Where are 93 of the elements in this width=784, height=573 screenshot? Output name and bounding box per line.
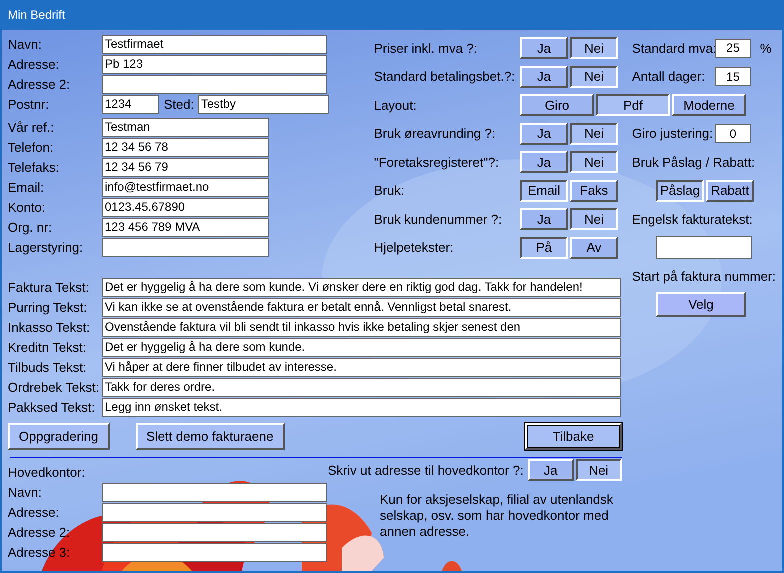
section-title: Hovedkontor:	[8, 464, 86, 480]
window-title: Min Bedrift	[8, 8, 66, 22]
field-label: Kreditn Tekst:	[8, 340, 88, 354]
setting-label: Layout:	[374, 98, 418, 113]
setting-label: "Foretaksregisteret"?:	[374, 154, 500, 170]
toggle-button[interactable]: Nei	[570, 37, 618, 60]
setting-label: Start på faktura nummer:	[632, 268, 776, 284]
toggle-button[interactable]: Nei	[576, 459, 622, 481]
input-field[interactable]	[102, 502, 327, 522]
input-field[interactable]: Pb 123	[102, 54, 327, 74]
toggle-button[interactable]: Ja	[520, 122, 568, 145]
input-field[interactable]: Testby	[198, 94, 330, 114]
input-field[interactable]	[102, 522, 327, 542]
setting-label: Bruk øreavrunding ?:	[374, 126, 497, 142]
field-label: Sted:	[164, 96, 194, 112]
input-field[interactable]	[102, 542, 327, 562]
field-label: Navn:	[8, 36, 43, 52]
input-field[interactable]	[102, 482, 327, 502]
setting-label: Antall dager:	[632, 69, 706, 84]
input-field[interactable]: 25	[715, 38, 752, 58]
setting-label: Standard betalingsbet.?:	[374, 69, 516, 84]
action-button[interactable]: Oppgradering	[8, 423, 110, 450]
input-field[interactable]: Det er hyggelig å ha dere som kunde. Vi ønsker dere en riktig god dag. Takk for handelen!	[102, 278, 621, 296]
field-label: Email:	[8, 180, 46, 194]
toggle-button[interactable]: Nei	[570, 151, 618, 174]
setting-label: Skriv ut adresse til hovedkontor ?:	[328, 462, 524, 478]
toggle-button[interactable]: Nei	[570, 122, 618, 145]
toggle-button[interactable]: Ja	[520, 151, 568, 174]
unit-label: %	[760, 40, 772, 56]
field-label: Navn:	[8, 484, 43, 500]
input-field[interactable]: Det er hyggelig å ha dere som kunde.	[102, 338, 621, 356]
setting-label: Giro justering:	[632, 126, 714, 142]
input-field[interactable]: Testman	[102, 118, 269, 136]
field-label: Adresse 2:	[8, 76, 72, 92]
setting-label: Engelsk fakturatekst:	[632, 212, 753, 227]
velg-button[interactable]: Velg	[656, 292, 746, 318]
input-field[interactable]: 0	[715, 124, 752, 144]
setting-label: Bruk:	[374, 183, 406, 198]
field-label: Postnr:	[8, 96, 50, 112]
input-field[interactable]: Legg inn ønsket tekst.	[102, 398, 621, 416]
field-label: Ordrebek Tekst:	[8, 380, 101, 394]
field-label: Adresse:	[8, 56, 60, 72]
field-label: Adresse:	[8, 504, 60, 520]
toggle-button[interactable]: Ja	[520, 66, 568, 88]
toggle-button[interactable]: Ja	[528, 459, 574, 481]
input-field[interactable]: Vi kan ikke se at ovenstående faktura er betalt ennå. Vennligst betal snarest.	[102, 298, 621, 316]
input-field[interactable]: 123 456 789 MVA	[102, 218, 269, 236]
toggle-button[interactable]: Email	[520, 180, 568, 202]
toggle-button[interactable]: Påslag	[656, 180, 704, 202]
field-label: Vår ref.:	[8, 120, 56, 134]
toggle-button[interactable]: Rabatt	[706, 180, 754, 202]
input-field[interactable]: 0123.45.67890	[102, 198, 269, 216]
toggle-button[interactable]: Nei	[570, 66, 618, 88]
setting-label: Priser inkl. mva ?:	[374, 40, 479, 56]
toggle-button[interactable]: Giro	[520, 94, 594, 116]
input-field[interactable]: Takk for deres ordre.	[102, 378, 621, 396]
field-label: Tilbuds Tekst:	[8, 360, 88, 374]
field-label: Telefaks:	[8, 160, 60, 174]
input-field[interactable]: 12 34 56 79	[102, 158, 269, 176]
input-field[interactable]: info@testfirmaet.no	[102, 178, 269, 196]
field-label: Org. nr:	[8, 220, 54, 234]
field-label: Adresse 2:	[8, 524, 72, 540]
field-label: Lagerstyring:	[8, 240, 84, 254]
input-field[interactable]: Vi håper at dere finner tilbudet av interesse.	[102, 358, 621, 376]
setting-label: Bruk Påslag / Rabatt:	[632, 154, 756, 170]
field-label: Pakksed Tekst:	[8, 400, 96, 414]
toggle-button[interactable]: Moderne	[672, 94, 746, 116]
toggle-button[interactable]: Nei	[570, 208, 618, 230]
setting-label: Hjelpetekster:	[374, 240, 455, 256]
action-button[interactable]: Tilbake	[525, 423, 622, 450]
toggle-button[interactable]: Pdf	[596, 94, 670, 116]
toggle-button[interactable]: Ja	[520, 208, 568, 230]
input-field[interactable]	[656, 236, 752, 260]
toggle-button[interactable]: Faks	[570, 180, 618, 202]
input-field[interactable]	[102, 74, 327, 94]
setting-label: Standard mva:	[632, 40, 716, 56]
field-label: Konto:	[8, 200, 47, 214]
input-field[interactable]	[102, 238, 269, 256]
input-field[interactable]: Ovenstående faktura vil bli sendt til inkasso hvis ikke betaling skjer senest den	[102, 318, 621, 336]
input-field[interactable]: 12 34 56 78	[102, 138, 269, 156]
toggle-button[interactable]: Ja	[520, 37, 568, 60]
action-button[interactable]: Slett demo fakturaene	[136, 423, 285, 450]
field-label: Inkasso Tekst:	[8, 320, 92, 334]
field-label: Telefon:	[8, 140, 55, 154]
input-field[interactable]: 1234	[102, 94, 159, 114]
toggle-button[interactable]: På	[520, 236, 568, 259]
help-text: Kun for aksjeselskap, filial av utenlandsk selskap, osv. som har hovedkontor med annen adresse.	[380, 492, 614, 540]
input-field[interactable]: Testfirmaet	[102, 34, 327, 54]
toggle-button[interactable]: Av	[570, 236, 618, 259]
field-label: Faktura Tekst:	[8, 280, 90, 294]
input-field[interactable]: 15	[715, 67, 752, 86]
field-label: Purring Tekst:	[8, 300, 88, 314]
setting-label: Bruk kundenummer ?:	[374, 212, 504, 227]
